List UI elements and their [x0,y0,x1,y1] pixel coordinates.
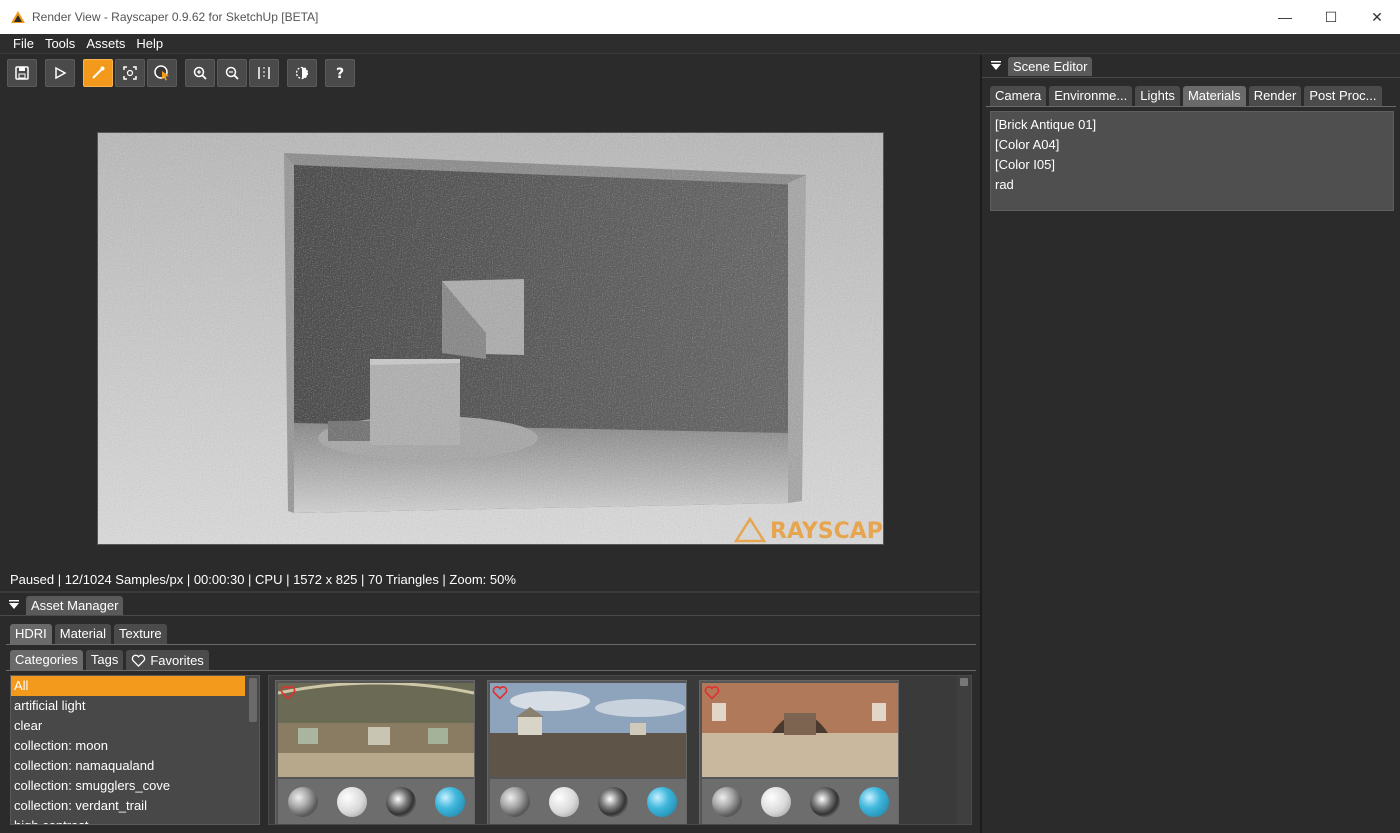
window-title: Render View - Rayscaper 0.9.62 for Sketc… [32,10,319,24]
list-item[interactable]: high contrast [11,816,245,824]
list-item[interactable]: [Brick Antique 01] [995,115,1389,135]
focus-region-icon [123,66,137,80]
zoom-out-button[interactable] [217,59,247,87]
focus-region-button[interactable] [115,59,145,87]
thumbnail-scrollbar[interactable] [957,676,971,824]
list-item[interactable]: collection: verdant_trail [11,796,245,816]
tab-texture[interactable]: Texture [114,624,167,644]
pick-material-icon [92,66,105,79]
hdri-preview-image [490,683,686,777]
menu-help[interactable]: Help [133,36,171,51]
tab-render[interactable]: Render [1248,86,1302,106]
list-item[interactable]: artificial light [11,696,245,716]
glass-sphere [287,787,318,817]
start-render-button[interactable] [45,59,75,87]
tab-tags[interactable]: Tags [85,650,124,670]
hdri-thumbnail-grid [268,675,972,825]
tab-post-processing[interactable]: Post Proc... [1304,86,1382,106]
chrome-sphere [385,787,416,817]
tab-environment[interactable]: Environme... [1049,86,1133,106]
heart-icon [132,654,146,667]
select-object-button[interactable] [147,59,177,87]
list-item[interactable]: [Color I05] [995,155,1389,175]
blue-sphere [646,787,677,817]
tab-material[interactable]: Material [54,624,112,644]
list-item[interactable]: [Color A04] [995,135,1389,155]
filter-tabs: Categories Tags Favorites [10,650,212,670]
materials-list: [Brick Antique 01] [Color A04] [Color I0… [990,111,1394,211]
zoom-in-icon [193,66,207,80]
list-item[interactable]: collection: smugglers_cove [11,776,245,796]
scene-editor-tabs: Camera Environme... Lights Materials Ren… [990,86,1385,106]
tab-favorites[interactable]: Favorites [126,650,209,670]
collapse-triangle-icon[interactable] [990,60,1002,72]
hdri-thumbnail[interactable] [487,680,687,824]
save-icon [15,66,29,80]
maximize-button[interactable]: ☐ [1308,0,1354,34]
menu-file[interactable]: File [0,36,42,51]
play-icon [55,66,67,80]
hdri-thumbnail[interactable] [699,680,899,824]
save-button[interactable] [7,59,37,87]
category-list: All artificial light clear collection: m… [10,675,260,825]
favorite-heart-icon[interactable] [280,685,296,700]
white-sphere [760,787,791,817]
fit-view-button[interactable] [249,59,279,87]
list-item[interactable]: collection: moon [11,736,245,756]
rayscaper-logo-icon [11,11,25,23]
horizontal-splitter[interactable] [0,591,980,593]
hdri-preview-image [278,683,474,777]
blue-sphere [434,787,465,817]
chrome-sphere [597,787,628,817]
category-scrollbar[interactable] [249,678,257,722]
white-sphere [548,787,579,817]
render-status: Paused | 12/1024 Samples/px | 00:00:30 |… [10,572,516,587]
help-icon: ? [336,66,344,81]
scene-editor-header: Scene Editor [990,55,1093,77]
glass-sphere [711,787,742,817]
help-button[interactable]: ? [325,59,355,87]
fit-view-icon [258,67,270,79]
list-item[interactable]: clear [11,716,245,736]
svg-text:?: ? [336,66,344,81]
asset-manager-title: Asset Manager [26,595,124,615]
asset-manager-header: Asset Manager [8,594,124,616]
hdri-preview-image [702,683,898,777]
list-item[interactable]: rad [995,175,1389,195]
hdri-thumbnail[interactable] [275,680,475,824]
list-item[interactable]: collection: namaqualand [11,756,245,776]
title-bar: Render View - Rayscaper 0.9.62 for Sketc… [0,0,1400,34]
compare-button[interactable] [287,59,317,87]
svg-text:RAYSCAPER: RAYSCAPER [770,519,884,544]
toolbar: ? [0,55,980,91]
scene-editor-title: Scene Editor [1008,56,1093,76]
minimize-button[interactable]: — [1262,0,1308,34]
chrome-sphere [809,787,840,817]
menu-assets[interactable]: Assets [83,36,133,51]
menu-tools[interactable]: Tools [42,36,83,51]
white-sphere [336,787,367,817]
select-cursor-icon [154,65,169,81]
rendered-scene: RAYSCAPER [98,133,884,544]
vertical-splitter[interactable] [980,55,982,833]
tab-hdri[interactable]: HDRI [10,624,52,644]
asset-type-tabs: HDRI Material Texture [10,624,170,644]
pick-material-button[interactable] [83,59,113,87]
blue-sphere [858,787,889,817]
close-button[interactable]: ✕ [1354,0,1400,34]
list-item[interactable]: All [11,676,245,696]
tab-lights[interactable]: Lights [1135,86,1180,106]
tab-categories[interactable]: Categories [10,650,83,670]
tab-camera[interactable]: Camera [990,86,1047,106]
zoom-out-icon [225,66,239,80]
favorite-heart-icon[interactable] [492,685,508,700]
collapse-triangle-icon[interactable] [8,599,20,611]
favorite-heart-icon[interactable] [704,685,720,700]
tab-materials[interactable]: Materials [1182,86,1246,106]
menu-bar: File Tools Assets Help [0,34,1400,54]
zoom-in-button[interactable] [185,59,215,87]
compare-icon [295,66,309,80]
glass-sphere [499,787,530,817]
render-image[interactable]: RAYSCAPER [97,132,884,545]
